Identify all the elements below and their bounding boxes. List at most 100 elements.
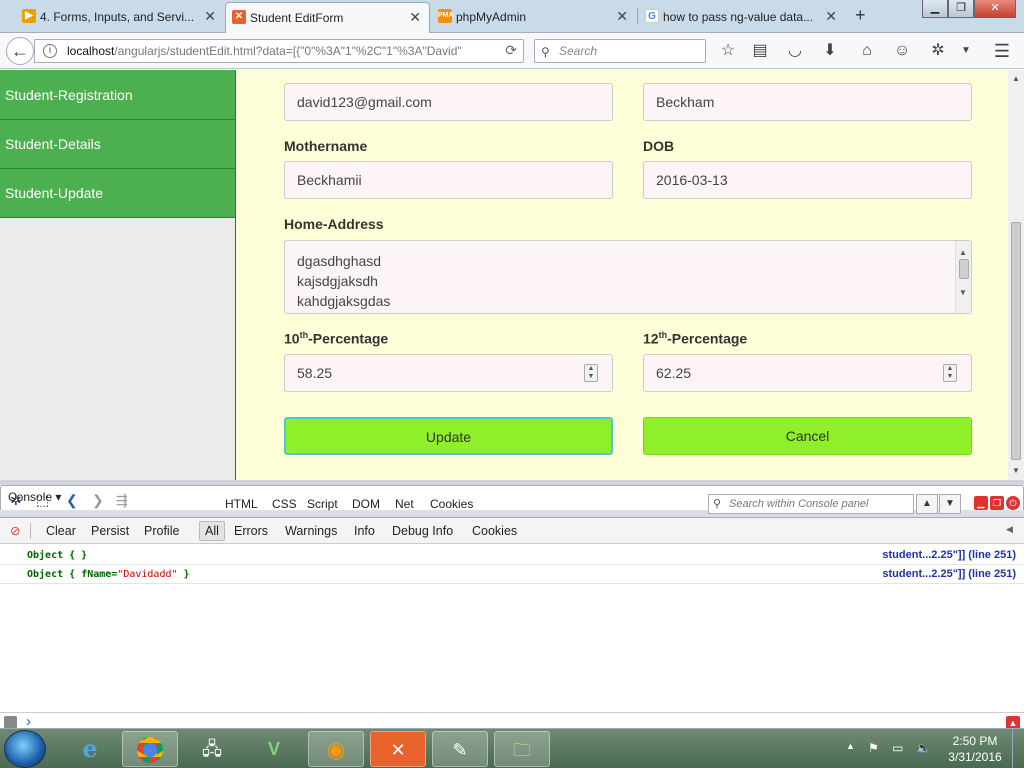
forward-arrow-icon[interactable]: ❯ (92, 492, 104, 509)
spinner-icon[interactable]: ▲ ▼ (943, 364, 957, 382)
filter-warnings-button[interactable]: Warnings (285, 524, 337, 538)
chevron-down-icon: ▾ (55, 490, 62, 504)
home-address-textarea[interactable]: dgasdhghasd kajsdgjaksdh kahdgjaksgdas ▲… (284, 240, 972, 314)
twelfth-percentage-stepper[interactable]: 62.25 ▲ ▼ (643, 354, 972, 392)
sidebar-item-details[interactable]: Student-Details (0, 120, 235, 169)
folder-icon[interactable]: 🗀 (494, 731, 550, 767)
tab-net[interactable]: Net (395, 497, 414, 511)
download-icon[interactable]: ⬇ (818, 39, 842, 63)
scroll-up-icon[interactable]: ▲ (1012, 74, 1020, 83)
search-placeholder: Search (559, 44, 598, 58)
tray-network-icon[interactable]: ▭ (892, 741, 903, 755)
tab-html[interactable]: HTML (225, 497, 258, 511)
cancel-button[interactable]: Cancel (643, 417, 972, 455)
collapse-arrow-icon[interactable]: ◀ (1006, 524, 1013, 535)
windows-taskbar: e 🖧 V ◉ ✕ ✎ 🗀 ▲ ⚑ ▭ 🔈 2:50 PM 3/31/2016 (0, 728, 1024, 768)
firebug-menu-icon[interactable]: ▼ (954, 39, 978, 63)
log-source-link[interactable]: student...2.25"]] (line 251) (882, 565, 1016, 584)
filter-debug-info-button[interactable]: Debug Info (392, 524, 453, 538)
scroll-down-icon[interactable]: ▼ (959, 283, 967, 303)
filter-errors-button[interactable]: Errors (234, 524, 268, 538)
reload-icon[interactable]: ⟳ (505, 42, 517, 59)
network-app-icon[interactable]: 🖧 (184, 731, 240, 767)
update-button[interactable]: Update (284, 417, 613, 455)
bookmark-star-icon[interactable]: ☆ (716, 39, 740, 63)
navigation-toolbar: ← i localhost/angularjs/studentEdit.html… (0, 33, 1024, 69)
firebug-minimize-icon[interactable]: ▁ (974, 496, 988, 510)
tab-css[interactable]: CSS (272, 497, 297, 511)
back-arrow-icon[interactable]: ❮ (66, 492, 78, 509)
profile-button[interactable]: Profile (144, 524, 179, 538)
vim-icon[interactable]: V (246, 731, 302, 767)
scroll-down-icon[interactable]: ▼ (1012, 466, 1020, 475)
filter-cookies-button[interactable]: Cookies (472, 524, 517, 538)
url-bar[interactable]: i localhost/angularjs/studentEdit.html?d… (34, 39, 524, 63)
notepad-icon[interactable]: ✎ (432, 731, 488, 767)
firebug-icon[interactable]: ✲ (926, 39, 950, 63)
dob-field[interactable]: 2016-03-13 (643, 161, 972, 199)
scroll-thumb[interactable] (959, 259, 969, 279)
browser-search-input[interactable]: ⚲ Search (534, 39, 706, 63)
tray-volume-icon[interactable]: 🔈 (916, 741, 931, 755)
clear-button[interactable]: Clear (46, 524, 76, 538)
firebug-close-icon[interactable]: ⏻ (1006, 496, 1020, 510)
filter-all-button[interactable]: All (199, 521, 225, 541)
search-next-icon[interactable]: ▼ (939, 494, 961, 514)
page-scrollbar[interactable]: ▲ ▼ (1008, 70, 1024, 480)
close-icon[interactable]: ✕ (204, 8, 216, 25)
sidebar-item-update[interactable]: Student-Update (0, 169, 235, 218)
sidebar-item-registration[interactable]: Student-Registration (0, 70, 235, 120)
spinner-icon[interactable]: ▲ ▼ (584, 364, 598, 382)
close-icon[interactable]: ✕ (409, 9, 421, 26)
stepper-value: 58.25 (297, 365, 333, 381)
tab-ng-value[interactable]: G how to pass ng-value data... ✕ (639, 2, 845, 31)
hamburger-menu-icon[interactable]: ☰ (990, 39, 1014, 63)
page-scroll-thumb[interactable] (1011, 222, 1021, 460)
browser-tab-bar: ▶ 4. Forms, Inputs, and Servi... ✕ ✕ Stu… (0, 0, 1024, 33)
minimize-icon[interactable]: ▁ (922, 0, 948, 18)
fathername-field[interactable]: Beckham (643, 83, 972, 121)
persist-button[interactable]: Persist (91, 524, 129, 538)
show-desktop-button[interactable] (1012, 729, 1024, 768)
log-source-link[interactable]: student...2.25"]] (line 251) (882, 546, 1016, 565)
mothername-field[interactable]: Beckhamii (284, 161, 613, 199)
tenth-percentage-stepper[interactable]: 58.25 ▲ ▼ (284, 354, 613, 392)
tab-dom[interactable]: DOM (352, 497, 380, 511)
console-search-input[interactable]: ⚲ Search within Console panel (708, 494, 914, 514)
chrome-icon[interactable] (122, 731, 178, 767)
search-prev-icon[interactable]: ▲ (916, 494, 938, 514)
home-icon[interactable]: ⌂ (855, 39, 879, 63)
pocket-icon[interactable]: ◡ (783, 39, 807, 63)
start-button[interactable] (4, 730, 46, 768)
smiley-icon[interactable]: ☺ (890, 39, 914, 63)
tab-forms-inputs[interactable]: ▶ 4. Forms, Inputs, and Servi... ✕ (16, 2, 224, 31)
log-object[interactable]: Object { } (27, 546, 87, 565)
system-clock[interactable]: 2:50 PM 3/31/2016 (944, 733, 1006, 765)
tray-expand-icon[interactable]: ▲ (846, 741, 855, 751)
clear-on-reload-icon[interactable]: ⊘ (10, 523, 20, 538)
tab-script[interactable]: Script (307, 497, 338, 511)
tray-flag-icon[interactable]: ⚑ (868, 741, 879, 755)
tab-phpmyadmin[interactable]: PMA phpMyAdmin ✕ (432, 2, 636, 31)
firebug-bug-icon[interactable]: ✲ (10, 492, 22, 509)
textarea-scrollbar[interactable]: ▲ ▼ (955, 241, 971, 313)
close-icon[interactable]: ✕ (825, 8, 837, 25)
firefox-icon[interactable]: ◉ (308, 731, 364, 767)
xampp-icon[interactable]: ✕ (370, 731, 426, 767)
firebug-detach-icon[interactable]: ❐ (990, 496, 1004, 510)
back-icon[interactable]: ← (6, 37, 34, 65)
new-tab-button[interactable]: + (855, 5, 866, 26)
command-editor-icon[interactable]: ⇶ (116, 492, 128, 509)
email-field[interactable]: david123@gmail.com (284, 83, 613, 121)
tab-student-editform[interactable]: ✕ Student EditForm ✕ (225, 2, 430, 33)
maximize-icon[interactable]: ❐ (948, 0, 974, 18)
tab-cookies[interactable]: Cookies (430, 497, 473, 511)
filter-info-button[interactable]: Info (354, 524, 375, 538)
reading-list-icon[interactable]: ▤ (748, 39, 772, 63)
internet-explorer-icon[interactable]: e (62, 731, 118, 767)
window-close-icon[interactable]: ✕ (974, 0, 1016, 18)
info-icon[interactable]: i (43, 44, 57, 58)
inspect-icon[interactable]: ⬚ (36, 492, 49, 509)
log-object[interactable]: Object { fName="Davidadd" } (27, 565, 190, 584)
close-icon[interactable]: ✕ (616, 8, 628, 25)
